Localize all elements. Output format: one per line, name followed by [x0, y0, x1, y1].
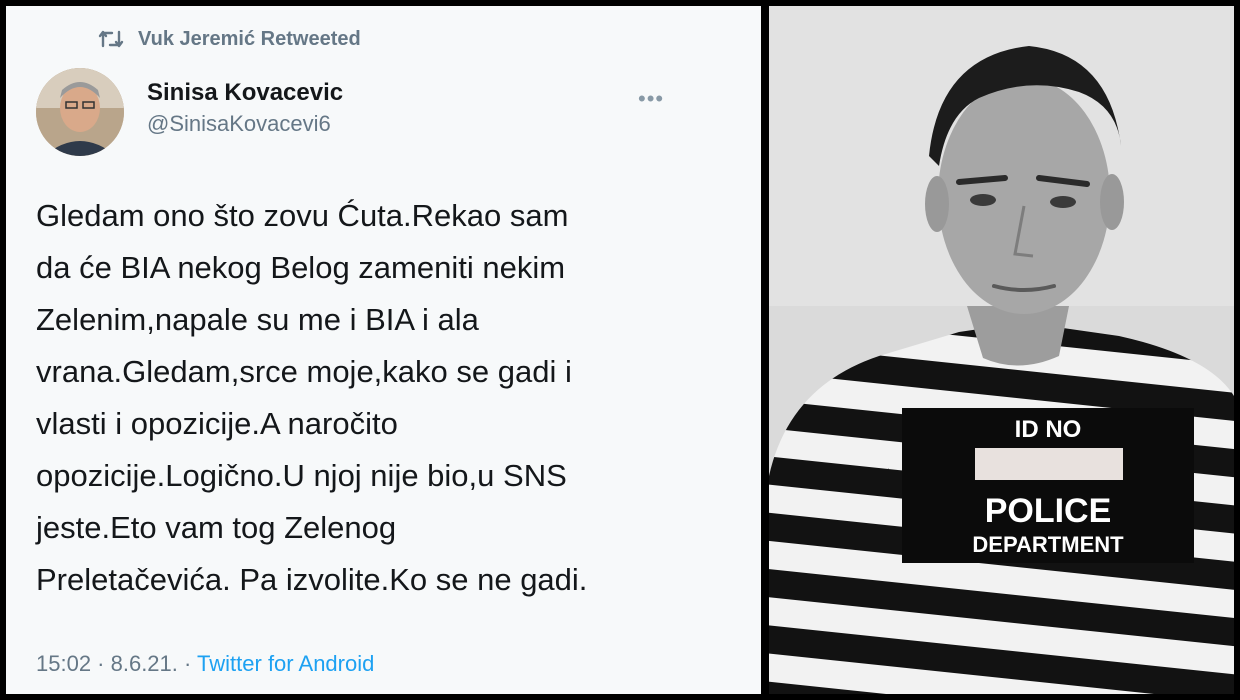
- tweet-text: Gledam ono što zovu Ćuta.Rekao sam da će…: [36, 198, 588, 597]
- author-block[interactable]: Sinisa Kovacevic @SinisaKovacevi6: [147, 78, 343, 139]
- retweet-label: Vuk Jeremić Retweeted: [138, 27, 361, 50]
- man-portrait-image: [769, 6, 1234, 694]
- tweet-meta: 15:02 · 8.6.21. · Twitter for Android: [36, 651, 374, 677]
- id-no-label: ID NO: [1014, 416, 1082, 443]
- retweet-indicator[interactable]: Vuk Jeremić Retweeted: [98, 24, 361, 54]
- police-label: POLICE: [984, 492, 1112, 530]
- author-name[interactable]: Sinisa Kovacevic: [147, 78, 343, 108]
- tweet-source-link[interactable]: Twitter for Android: [197, 651, 374, 676]
- police-id-sign: ID NO POLICE DEPARTMENT: [902, 408, 1194, 563]
- tweet-timestamp[interactable]: 15:02 · 8.6.21. ·: [36, 651, 197, 676]
- tweet-card: Vuk Jeremić Retweeted Sinisa Kovacevic @…: [6, 6, 761, 694]
- id-number-box: [975, 448, 1123, 480]
- avatar-image: [36, 68, 124, 156]
- avatar[interactable]: [36, 68, 124, 156]
- department-label: DEPARTMENT: [972, 532, 1124, 557]
- more-options-icon[interactable]: •••: [638, 86, 664, 112]
- mugshot-photo: ID NO POLICE DEPARTMENT: [769, 6, 1234, 694]
- author-handle[interactable]: @SinisaKovacevi6: [147, 109, 343, 139]
- retweet-icon: [98, 30, 124, 48]
